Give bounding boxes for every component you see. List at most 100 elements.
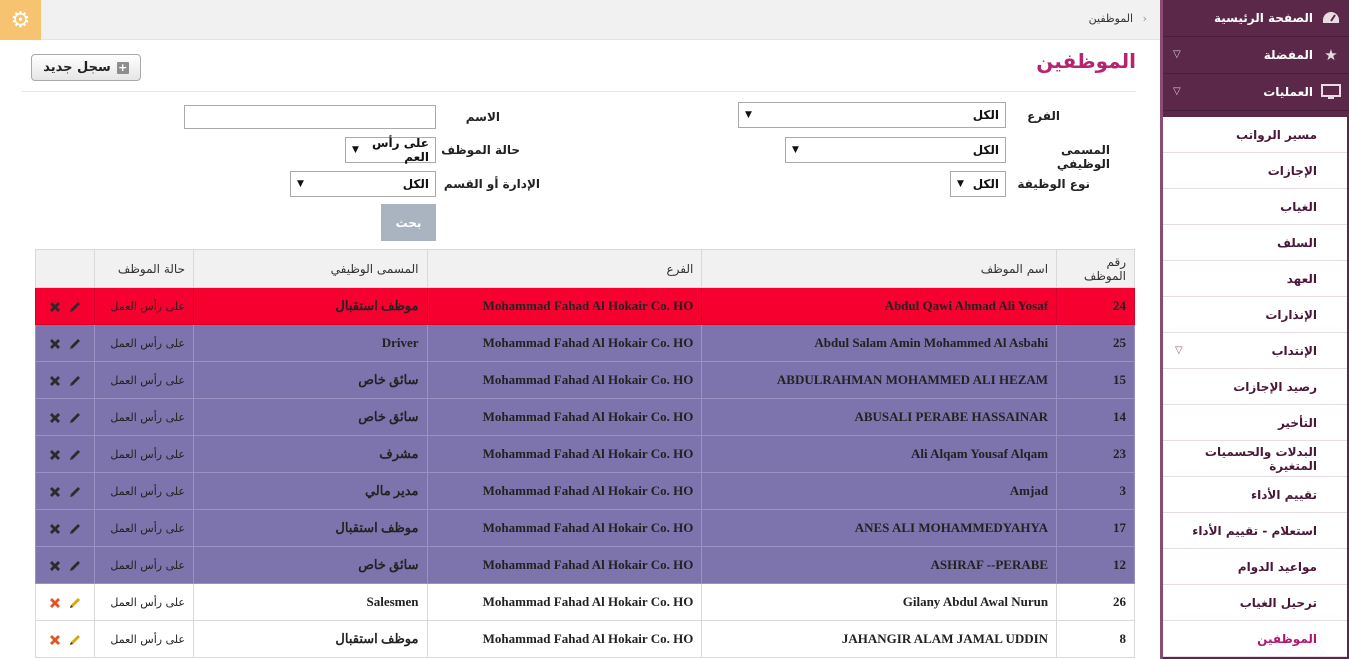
sidebar-subitem[interactable]: الغياب xyxy=(1163,189,1347,225)
sidebar-subitem[interactable]: ترحيل الغياب xyxy=(1163,585,1347,621)
dept-select[interactable]: الكل ▼ xyxy=(290,171,436,197)
delete-icon[interactable] xyxy=(45,593,65,608)
sidebar-subitem-label: الغياب xyxy=(1280,199,1317,214)
sidebar-subitem-label: رصيد الإجازات xyxy=(1233,379,1317,394)
table-row[interactable]: 17 ANES ALI MOHAMMEDYAHYA Mohammad Fahad… xyxy=(34,509,1135,547)
cell-job-title: مدير مالي xyxy=(192,472,428,510)
table-row[interactable]: 26 Gilany Abdul Awal Nurun Mohammad Faha… xyxy=(34,583,1135,621)
edit-icon[interactable] xyxy=(65,519,85,534)
cell-branch: Mohammad Fahad Al Hokair Co. HO xyxy=(426,361,703,399)
cell-job-title: سائق خاص xyxy=(192,546,428,584)
delete-icon[interactable] xyxy=(45,445,65,460)
name-label: الاسم xyxy=(465,110,500,124)
star-icon: ★ xyxy=(1324,46,1338,64)
sidebar-subitem[interactable]: الإنتداب ▽ xyxy=(1163,333,1347,369)
branch-select[interactable]: الكل ▼ xyxy=(738,102,1006,128)
sidebar-subitem[interactable]: مسير الرواتب xyxy=(1163,117,1347,153)
header-employee-name[interactable]: اسم الموظف xyxy=(701,249,1058,288)
jobtype-select[interactable]: الكل ▼ xyxy=(950,171,1006,197)
breadcrumb-current[interactable]: الموظفين xyxy=(1089,12,1133,25)
sidebar-item-home[interactable]: الصفحة الرئيسية xyxy=(1163,0,1349,37)
delete-icon[interactable] xyxy=(45,556,65,571)
sidebar-subitem[interactable]: العهد xyxy=(1163,261,1347,297)
cell-actions xyxy=(34,324,96,362)
cell-status: على رأس العمل xyxy=(94,287,194,325)
cell-status: على رأس العمل xyxy=(94,583,194,621)
table-row[interactable]: 3 Amjad Mohammad Fahad Al Hokair Co. HO … xyxy=(34,472,1135,510)
edit-icon[interactable] xyxy=(65,371,85,386)
header-employee-id[interactable]: رقم الموظف xyxy=(1056,249,1135,288)
cell-employee-name: ANES ALI MOHAMMEDYAHYA xyxy=(701,509,1058,547)
sidebar-subitem[interactable]: السلف xyxy=(1163,225,1347,261)
edit-icon[interactable] xyxy=(65,297,85,312)
table-row[interactable]: 25 Abdul Salam Amin Mohammed Al Asbahi M… xyxy=(34,324,1135,362)
sidebar-subitem[interactable]: الموظفين xyxy=(1163,621,1347,657)
sidebar-subitem-label: مواعيد الدوام xyxy=(1237,559,1317,574)
header-actions xyxy=(34,249,96,288)
jobtitle-label: المسمى الوظيفي xyxy=(1056,143,1110,171)
sidebar-subitem[interactable]: التأخير xyxy=(1163,405,1347,441)
table-row[interactable]: 12 ASHRAF --PERABE Mohammad Fahad Al Hok… xyxy=(34,546,1135,584)
cell-employee-name: ABDULRAHMAN MOHAMMED ALI HEZAM xyxy=(701,361,1058,399)
sidebar-item-favorites[interactable]: ★ المفضلة ▽ xyxy=(1163,37,1349,74)
delete-icon[interactable] xyxy=(45,519,65,534)
sidebar-subitem[interactable]: البدلات والحسميات المتغيرة xyxy=(1163,441,1347,477)
sidebar-subitem[interactable]: تقييم الأداء xyxy=(1163,477,1347,513)
cell-job-title: سائق خاص xyxy=(192,398,428,436)
sidebar-item-operations[interactable]: العمليات ▽ xyxy=(1163,74,1349,111)
jobtitle-select[interactable]: الكل ▼ xyxy=(785,137,1006,163)
header-branch[interactable]: الفرع xyxy=(426,249,703,288)
sidebar-item-label: العمليات xyxy=(1263,85,1313,99)
delete-icon[interactable] xyxy=(45,334,65,349)
delete-icon[interactable] xyxy=(45,630,65,645)
delete-icon[interactable] xyxy=(45,482,65,497)
sidebar-subitem-label: تقييم الأداء xyxy=(1251,487,1317,502)
sidebar-subitem[interactable]: الإنذارات xyxy=(1163,297,1347,333)
edit-icon[interactable] xyxy=(65,556,85,571)
edit-icon[interactable] xyxy=(65,593,85,608)
cell-status: على رأس العمل xyxy=(94,472,194,510)
table-row[interactable]: 14 ABUSALI PERABE HASSAINAR Mohammad Fah… xyxy=(34,398,1135,436)
search-button[interactable]: بحث xyxy=(381,204,436,241)
edit-icon[interactable] xyxy=(65,334,85,349)
cell-actions xyxy=(34,287,96,325)
table-row[interactable]: 23 Ali Alqam Yousaf Alqam Mohammad Fahad… xyxy=(34,435,1135,473)
plus-icon: + xyxy=(116,60,129,74)
sidebar-subitem[interactable]: رصيد الإجازات xyxy=(1163,369,1347,405)
cell-actions xyxy=(34,583,96,621)
dropdown-arrow-icon: ▼ xyxy=(745,110,752,120)
status-label: حالة الموظف xyxy=(441,143,520,157)
delete-icon[interactable] xyxy=(45,371,65,386)
cell-employee-id: 25 xyxy=(1056,324,1135,362)
table-row[interactable]: 24 Abdul Qawi Ahmad Ali Yosaf Mohammad F… xyxy=(34,287,1135,325)
status-select[interactable]: على رأس العم ▼ xyxy=(345,136,436,164)
dropdown-arrow-icon: ▼ xyxy=(297,179,304,189)
chevron-down-icon: ▽ xyxy=(1175,345,1183,356)
cell-status: على رأس العمل xyxy=(94,509,194,547)
delete-icon[interactable] xyxy=(45,408,65,423)
delete-icon[interactable] xyxy=(45,297,65,312)
dashboard-icon xyxy=(1321,8,1341,28)
monitor-icon xyxy=(1321,82,1341,102)
dropdown-arrow-icon: ▼ xyxy=(957,179,964,189)
edit-icon[interactable] xyxy=(65,445,85,460)
sidebar-subitem[interactable]: مواعيد الدوام xyxy=(1163,549,1347,585)
header-status[interactable]: حالة الموظف xyxy=(94,249,194,288)
table-row[interactable]: 8 JAHANGIR ALAM JAMAL UDDIN Mohammad Fah… xyxy=(34,620,1135,658)
cell-employee-id: 24 xyxy=(1056,287,1135,325)
sidebar-subitem-label: التأخير xyxy=(1277,415,1317,430)
name-input[interactable] xyxy=(184,105,436,129)
sidebar-subitem[interactable]: الإجازات xyxy=(1163,153,1347,189)
new-record-button[interactable]: + سجل جديد xyxy=(31,54,141,81)
edit-icon[interactable] xyxy=(65,482,85,497)
jobtype-label: نوع الوظيفة xyxy=(1017,177,1090,191)
edit-icon[interactable] xyxy=(65,630,85,645)
header-job-title[interactable]: المسمى الوظيفي xyxy=(192,249,428,288)
sidebar-subitem[interactable]: استعلام - تقييم الأداء xyxy=(1163,513,1347,549)
cell-branch: Mohammad Fahad Al Hokair Co. HO xyxy=(426,509,703,547)
employees-table: رقم الموظف اسم الموظف الفرع المسمى الوظي… xyxy=(34,249,1135,658)
edit-icon[interactable] xyxy=(65,408,85,423)
table-row[interactable]: 15 ABDULRAHMAN MOHAMMED ALI HEZAM Mohamm… xyxy=(34,361,1135,399)
gear-icon[interactable]: ⚙ xyxy=(0,0,41,40)
cell-job-title: Salesmen xyxy=(192,583,428,621)
